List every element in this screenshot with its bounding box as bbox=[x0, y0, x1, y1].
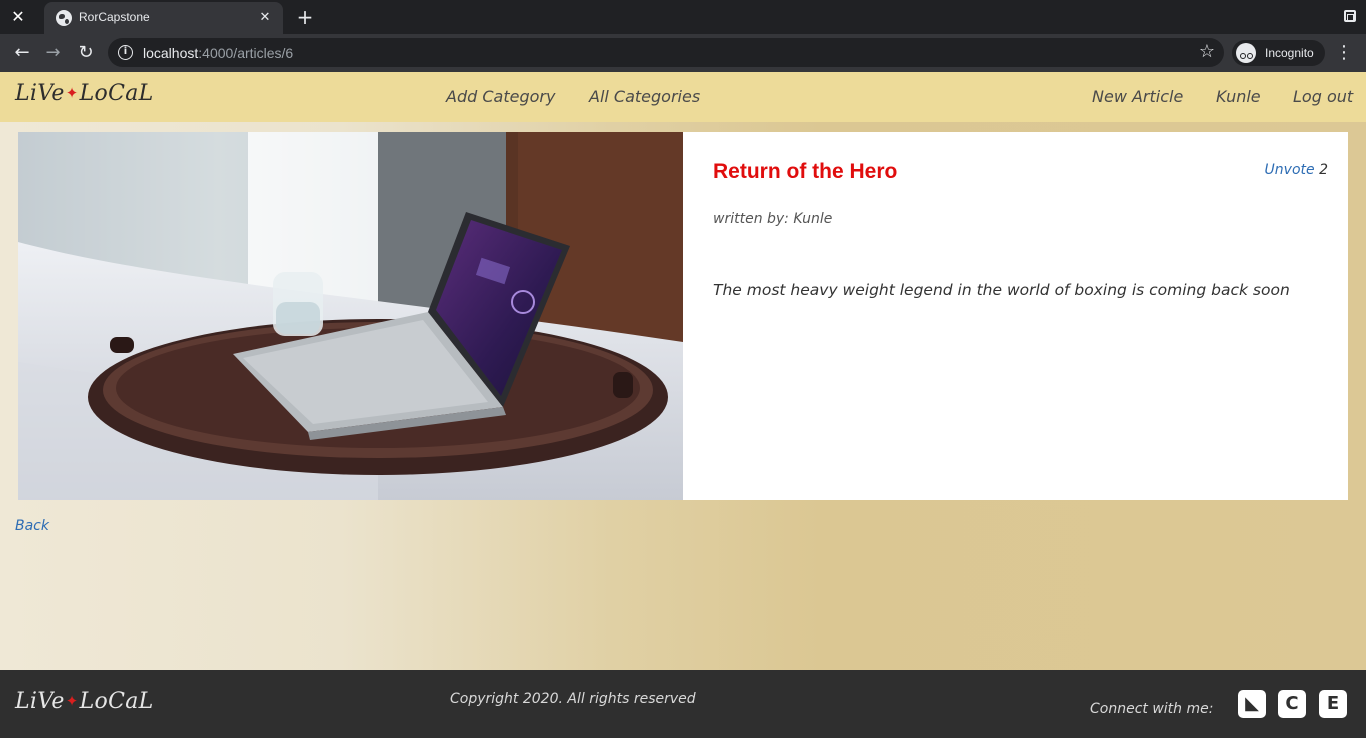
browser-tab[interactable]: RorCapstone ✕ bbox=[44, 2, 283, 34]
unvote-link[interactable]: Unvote bbox=[1265, 162, 1315, 178]
codepen-icon[interactable]: C bbox=[1278, 690, 1306, 718]
brand-right: LoCaL bbox=[79, 81, 154, 106]
url-text[interactable]: localhost:4000/articles/6 bbox=[143, 45, 293, 61]
brand-logo[interactable]: LiVe✦LoCaL bbox=[15, 81, 154, 106]
restore-window-icon[interactable] bbox=[1344, 10, 1356, 22]
url-host: localhost bbox=[143, 45, 199, 61]
incognito-label: Incognito bbox=[1265, 46, 1314, 60]
reload-icon[interactable]: ↻ bbox=[72, 39, 100, 67]
site-navbar: LiVe✦LoCaL Add Category All Categories N… bbox=[0, 72, 1366, 122]
browser-menu-icon[interactable]: ⋮ bbox=[1332, 39, 1356, 67]
brand-left: LiVe bbox=[15, 81, 65, 106]
close-window-icon[interactable]: ✕ bbox=[6, 5, 30, 29]
article-text: The most heavy weight legend in the worl… bbox=[713, 281, 1290, 299]
page-content: LiVe✦LoCaL Add Category All Categories N… bbox=[0, 72, 1366, 670]
url-path: :4000/articles/6 bbox=[198, 45, 294, 61]
back-link[interactable]: Back bbox=[15, 518, 49, 534]
nav-add-category[interactable]: Add Category bbox=[446, 87, 555, 106]
tab-close-icon[interactable]: ✕ bbox=[256, 9, 274, 27]
back-arrow-icon[interactable]: ← bbox=[8, 39, 36, 67]
article-author: written by: Kunle bbox=[713, 211, 833, 227]
site-info-icon[interactable]: i bbox=[118, 45, 133, 60]
nav-new-article[interactable]: New Article bbox=[1092, 87, 1183, 106]
laptop-on-tray-image bbox=[18, 132, 683, 500]
globe-icon bbox=[56, 10, 72, 26]
forward-arrow-icon[interactable]: → bbox=[39, 39, 67, 67]
angellist-icon[interactable]: ◣ bbox=[1238, 690, 1266, 718]
article-image bbox=[18, 132, 683, 500]
address-bar[interactable]: i localhost:4000/articles/6 ☆ bbox=[108, 38, 1224, 67]
site-footer: LiVe✦LoCaL Copyright 2020. All rights re… bbox=[0, 670, 1366, 738]
footer-brand-right: LoCaL bbox=[79, 689, 154, 714]
bookmark-star-icon[interactable]: ☆ bbox=[1199, 41, 1215, 62]
incognito-badge[interactable]: Incognito bbox=[1232, 40, 1325, 66]
footer-connect-label: Connect with me: bbox=[1090, 701, 1214, 717]
footer-brand-logo: LiVe✦LoCaL bbox=[15, 689, 154, 714]
vote-count: 2 bbox=[1319, 162, 1328, 178]
footer-brand-star-icon: ✦ bbox=[65, 692, 79, 710]
envato-icon[interactable]: E bbox=[1319, 690, 1347, 718]
nav-all-categories[interactable]: All Categories bbox=[589, 87, 700, 106]
article-body: Return of the Hero Unvote 2 written by: … bbox=[683, 132, 1348, 500]
incognito-icon bbox=[1236, 43, 1256, 63]
nav-logout[interactable]: Log out bbox=[1293, 87, 1353, 106]
article-title: Return of the Hero bbox=[713, 160, 898, 183]
vote-widget: Unvote 2 bbox=[1265, 162, 1328, 178]
tab-title: RorCapstone bbox=[79, 10, 150, 24]
browser-toolbar: ← → ↻ i localhost:4000/articles/6 ☆ Inco… bbox=[0, 34, 1366, 72]
brand-star-icon: ✦ bbox=[65, 84, 79, 102]
browser-tabbar: ✕ RorCapstone ✕ + bbox=[0, 0, 1366, 34]
footer-brand-left: LiVe bbox=[15, 689, 65, 714]
new-tab-icon[interactable]: + bbox=[293, 5, 317, 29]
article-card: Return of the Hero Unvote 2 written by: … bbox=[18, 132, 1348, 500]
footer-copyright: Copyright 2020. All rights reserved bbox=[450, 691, 696, 707]
nav-user-profile[interactable]: Kunle bbox=[1216, 87, 1261, 106]
